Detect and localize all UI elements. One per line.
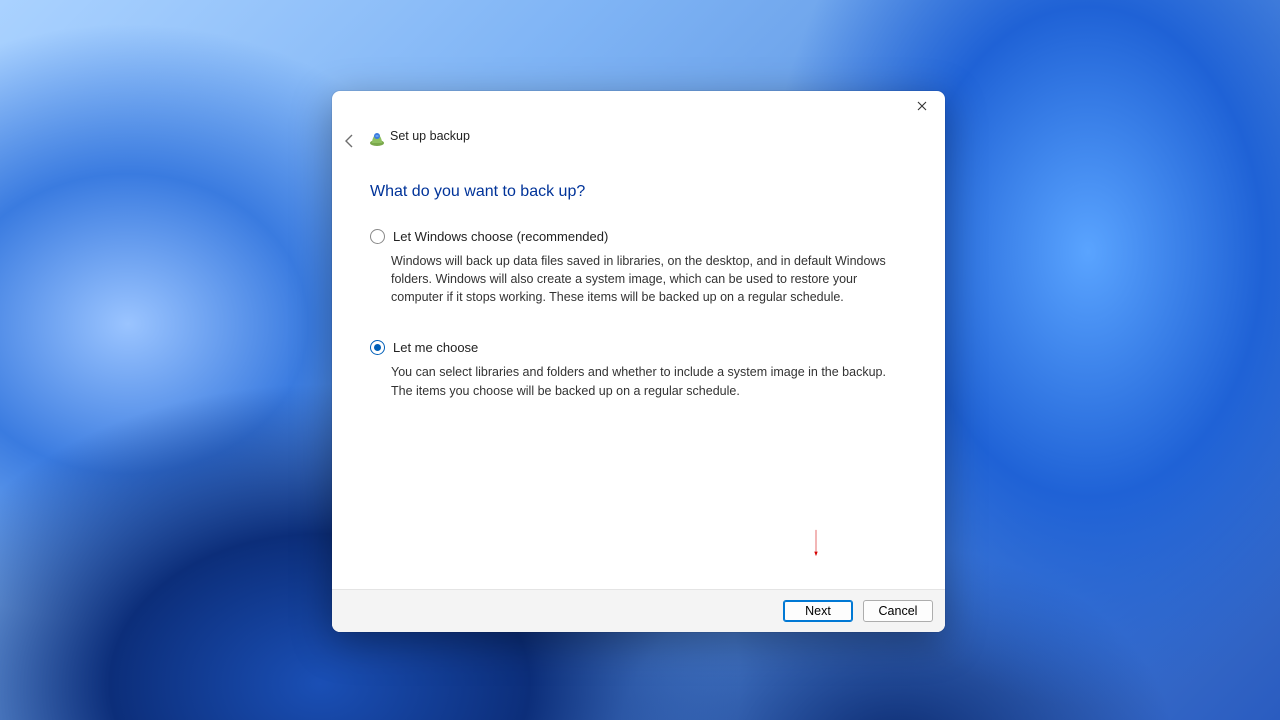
radio-let-me-choose[interactable] bbox=[370, 340, 385, 355]
back-button[interactable] bbox=[338, 129, 362, 153]
wizard-content: What do you want to back up? Let Windows… bbox=[332, 135, 945, 589]
next-button[interactable]: Next bbox=[783, 600, 853, 622]
cancel-button[interactable]: Cancel bbox=[863, 600, 933, 622]
backup-icon bbox=[368, 129, 386, 147]
close-button[interactable] bbox=[899, 91, 945, 121]
window-title: Set up backup bbox=[390, 129, 470, 143]
desktop-wallpaper: Set up backup What do you want to back u… bbox=[0, 0, 1280, 720]
option-label: Let me choose bbox=[393, 340, 478, 355]
option-description: You can select libraries and folders and… bbox=[370, 363, 907, 399]
radio-let-windows-choose[interactable] bbox=[370, 229, 385, 244]
backup-wizard-window: Set up backup What do you want to back u… bbox=[332, 91, 945, 632]
option-label: Let Windows choose (recommended) bbox=[393, 229, 608, 244]
option-description: Windows will back up data files saved in… bbox=[370, 252, 907, 306]
page-heading: What do you want to back up? bbox=[370, 183, 907, 201]
option-let-me-choose[interactable]: Let me choose You can select libraries a… bbox=[370, 340, 907, 399]
option-let-windows-choose[interactable]: Let Windows choose (recommended) Windows… bbox=[370, 229, 907, 306]
titlebar: Set up backup bbox=[332, 91, 945, 135]
wizard-footer: Next Cancel bbox=[332, 589, 945, 632]
